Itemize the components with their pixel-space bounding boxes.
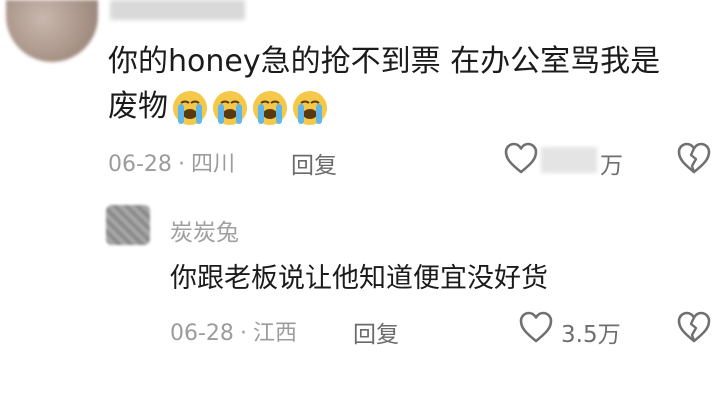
like-count-redacted bbox=[541, 147, 597, 173]
dislike-broken-heart-icon[interactable] bbox=[676, 141, 712, 175]
reply-like-heart-icon[interactable] bbox=[518, 310, 554, 344]
loudly-crying-face-icon bbox=[213, 90, 247, 125]
reply-reply-button[interactable]: 回复 bbox=[353, 315, 399, 349]
crying-emoji-group bbox=[172, 90, 328, 126]
reply-avatar[interactable] bbox=[106, 205, 150, 245]
comment-reply-button[interactable]: 回复 bbox=[291, 146, 337, 180]
comment-location: 四川 bbox=[190, 152, 235, 177]
reply-dislike-broken-heart-icon[interactable] bbox=[676, 310, 712, 344]
meta-separator: · bbox=[177, 152, 185, 177]
loudly-crying-face-icon bbox=[253, 90, 287, 125]
reply-username[interactable]: 炭炭兔 bbox=[170, 213, 239, 247]
reply-like-count: 3.5万 bbox=[561, 322, 621, 348]
comment-date: 06-28 bbox=[108, 152, 172, 177]
reply-location: 江西 bbox=[252, 321, 297, 346]
reply-meta: 06-28 · 江西 bbox=[170, 315, 297, 347]
comment-text-line1: 你的honey急的抢不到票 在办公室骂我是 bbox=[108, 44, 661, 79]
loudly-crying-face-icon bbox=[173, 90, 207, 125]
commenter-avatar[interactable] bbox=[6, 0, 98, 62]
comment-text-line2-label: 废物 bbox=[108, 89, 168, 124]
like-heart-icon[interactable] bbox=[503, 141, 539, 175]
comment-like-unit: 万 bbox=[600, 153, 623, 179]
meta-separator: · bbox=[239, 321, 247, 346]
loudly-crying-face-icon bbox=[293, 90, 327, 125]
reply-date: 06-28 bbox=[170, 321, 234, 346]
comment-meta: 06-28 · 四川 bbox=[108, 146, 235, 178]
reply-text: 你跟老板说让他知道便宜没好货 bbox=[170, 263, 548, 294]
commenter-username-redacted[interactable] bbox=[110, 0, 245, 20]
comment-text-line2: 废物 bbox=[108, 85, 328, 129]
